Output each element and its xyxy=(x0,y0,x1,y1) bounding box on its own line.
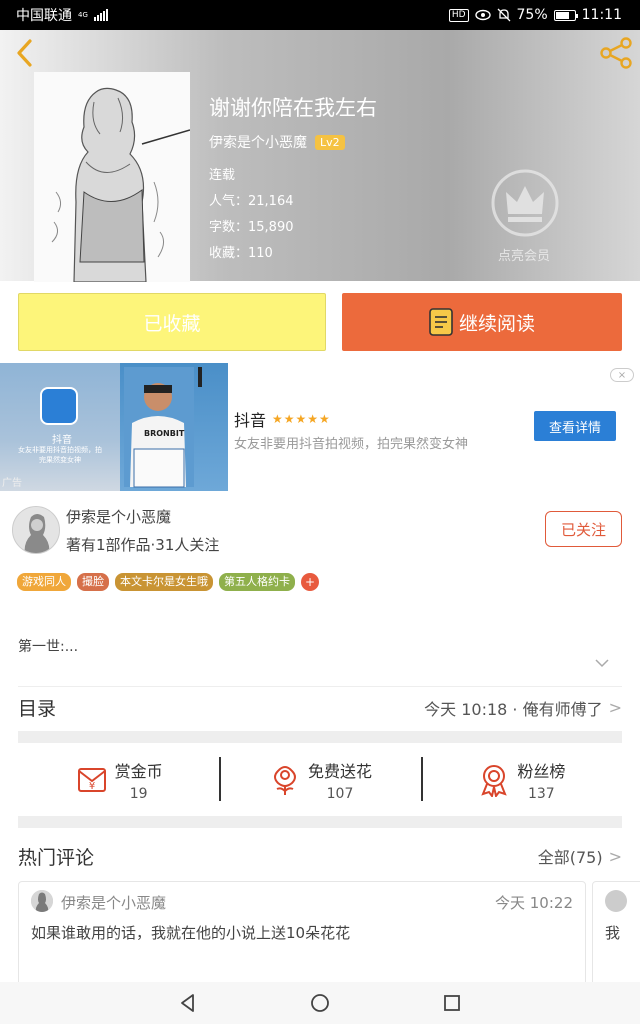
clock: 11:11 xyxy=(581,7,622,23)
recents-square-icon[interactable] xyxy=(440,991,464,1015)
comment-user[interactable]: 伊索是个小恶魔 xyxy=(61,892,166,913)
divider xyxy=(18,731,622,743)
book-intro[interactable]: 第一世:... xyxy=(18,636,78,656)
stat-value: 19 xyxy=(129,786,148,802)
comment-avatar[interactable] xyxy=(605,890,627,912)
chevron-right-icon: > xyxy=(608,846,622,866)
hd-badge: HD xyxy=(448,8,469,22)
favorites-count: 收藏：110 xyxy=(209,246,273,261)
author-row[interactable]: 伊索是个小恶魔 著有1部作品·31人关注 已关注 xyxy=(0,496,640,566)
stat-label: 粉丝榜 xyxy=(517,762,566,781)
stat-fans[interactable]: 粉丝榜 137 xyxy=(420,744,622,816)
svg-text:¥: ¥ xyxy=(88,781,94,792)
all-comments-link[interactable]: 全部(75) > xyxy=(538,844,622,868)
mute-bell-icon xyxy=(497,8,510,22)
catalog-row[interactable]: 目录 今天 10:18 · 俺有师傅了 > xyxy=(18,686,622,728)
stat-value: 107 xyxy=(326,786,354,802)
stats-row: ¥ 赏金币 19 免费送花 107 粉丝榜 137 xyxy=(18,744,622,816)
crown-icon xyxy=(491,169,559,237)
book-cover[interactable] xyxy=(34,72,190,282)
carrier-label: 中国联通 xyxy=(16,8,72,24)
collected-button[interactable]: 已收藏 xyxy=(18,293,326,351)
author-name[interactable]: 伊索是个小恶魔 xyxy=(66,506,171,527)
catalog-latest-chapter[interactable]: 今天 10:18 · 俺有师傅了 > xyxy=(424,696,622,720)
signal-icon xyxy=(93,9,108,21)
latest-chapter-label: 今天 10:18 · 俺有师傅了 xyxy=(424,699,603,719)
chevron-right-icon: > xyxy=(608,698,622,717)
flower-icon xyxy=(273,766,296,795)
ad-person-image xyxy=(124,367,202,488)
tag-chip[interactable]: 本文卡尔是女生哦 xyxy=(115,573,213,591)
status-bar: 中国联通 4G HD 75% 11:11 xyxy=(0,0,640,30)
ad-details-button[interactable]: 查看详情 xyxy=(534,411,616,441)
tag-chip[interactable]: 撮脸 xyxy=(77,573,109,591)
system-nav-bar xyxy=(0,982,640,1024)
battery-percent: 75% xyxy=(516,7,548,23)
stat-value: 137 xyxy=(527,786,555,802)
follow-button[interactable]: 已关注 xyxy=(545,511,622,547)
ad-image-video[interactable]: BRONBIT xyxy=(120,363,228,491)
comments-title: 热门评论 xyxy=(18,846,95,869)
author-stats: 著有1部作品·31人关注 xyxy=(66,536,220,554)
stat-flowers[interactable]: 免费送花 107 xyxy=(219,744,420,816)
expand-chevron-icon[interactable] xyxy=(594,658,610,668)
all-comments-label: 全部(75) xyxy=(537,848,603,867)
tag-chip[interactable]: 第五人格约卡 xyxy=(219,573,295,591)
tag-list: 游戏同人 撮脸 本文卡尔是女生哦 第五人格约卡 + xyxy=(17,573,319,591)
battery-icon xyxy=(553,9,578,21)
book-title: 谢谢你陪在我左右 xyxy=(209,96,377,120)
home-circle-icon[interactable] xyxy=(308,991,332,1015)
medal-icon xyxy=(481,765,508,797)
book-icon xyxy=(429,308,453,336)
stat-label: 赏金币 xyxy=(114,762,163,781)
network-label: 4G xyxy=(78,10,88,19)
coin-envelope-icon: ¥ xyxy=(77,768,106,792)
add-tag-button[interactable]: + xyxy=(301,573,319,591)
comment-time: 今天 10:22 xyxy=(495,894,573,912)
share-icon[interactable] xyxy=(598,36,634,70)
comments-header: 热门评论 全部(75) > xyxy=(18,838,622,874)
ad-app-name-row: 抖音 ★★★★★ xyxy=(234,407,331,431)
comment-text: 如果谁敢用的话，我就在他的小说上送10朵花花 xyxy=(31,924,351,942)
author-line: 伊索是个小恶魔 Lv2 xyxy=(209,132,345,152)
back-triangle-icon[interactable] xyxy=(176,991,200,1015)
ad-app-name: 抖音 xyxy=(234,411,267,430)
serial-status: 连载 xyxy=(209,168,236,183)
stat-label: 免费送花 xyxy=(307,762,372,781)
ad-app-icon xyxy=(40,387,78,425)
ad-rating-stars: ★★★★★ xyxy=(272,412,331,426)
ad-tag: 广告 xyxy=(2,478,22,489)
ad-banner[interactable]: 抖音 女友非要用抖音拍视频，拍完果然变女神 广告 BRONBIT 抖音 ★★★★… xyxy=(0,363,640,491)
eye-icon xyxy=(474,9,491,21)
ad-image-app[interactable]: 抖音 女友非要用抖音拍视频，拍完果然变女神 广告 xyxy=(0,363,120,491)
continue-reading-button[interactable]: 继续阅读 xyxy=(342,293,622,351)
comment-card[interactable]: 我 xyxy=(592,881,640,991)
back-icon[interactable] xyxy=(8,36,40,70)
continue-reading-label: 继续阅读 xyxy=(458,312,535,335)
vip-label: 点亮会员 xyxy=(498,249,551,264)
header-author-name[interactable]: 伊索是个小恶魔 xyxy=(209,132,307,152)
comment-avatar[interactable] xyxy=(31,890,53,912)
cover-illustration xyxy=(34,72,190,282)
tag-chip[interactable]: 游戏同人 xyxy=(17,573,71,591)
ad-close-button[interactable]: × xyxy=(610,368,634,382)
author-avatar[interactable] xyxy=(12,506,60,554)
popularity-count: 人气：21,164 xyxy=(209,194,294,209)
word-count: 字数：15,890 xyxy=(209,220,294,235)
ad-description: 女友非要用抖音拍视频，拍完果然变女神 xyxy=(234,437,469,452)
ad-shirt-text: BRONBIT xyxy=(144,429,185,438)
comment-text: 我 xyxy=(605,924,621,942)
catalog-title: 目录 xyxy=(18,698,57,720)
comment-card[interactable]: 伊索是个小恶魔 今天 10:22 如果谁敢用的话，我就在他的小说上送10朵花花 xyxy=(18,881,586,991)
divider xyxy=(18,816,622,828)
stat-reward[interactable]: ¥ 赏金币 19 xyxy=(18,744,219,816)
ad-mini-text: 女友非要用抖音拍视频，拍完果然变女神 xyxy=(18,446,102,464)
vip-badge[interactable]: 点亮会员 xyxy=(488,168,566,264)
ad-mini-title: 抖音 xyxy=(52,435,72,446)
level-badge: Lv2 xyxy=(315,134,345,150)
book-header: 谢谢你陪在我左右 伊索是个小恶魔 Lv2 连载 人气：21,164 字数：15,… xyxy=(0,30,640,282)
